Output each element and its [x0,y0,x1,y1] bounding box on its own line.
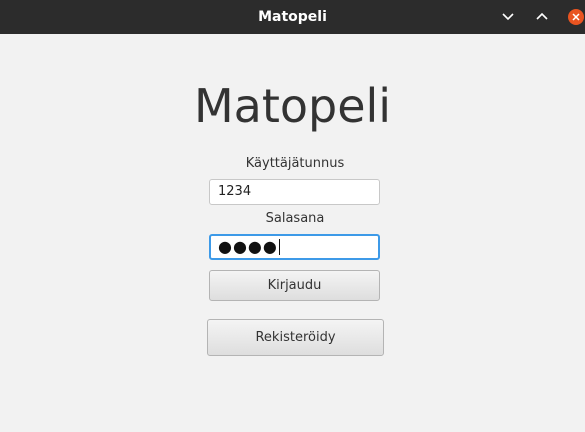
register-button[interactable]: Rekisteröidy [207,319,384,356]
window-titlebar[interactable]: Matopeli [0,0,585,34]
username-label: Käyttäjätunnus [245,156,345,171]
close-icon [568,9,584,25]
password-field[interactable]: ●●●● [209,234,380,260]
minimize-button[interactable] [497,6,519,28]
login-button[interactable]: Kirjaudu [209,270,380,301]
text-caret [278,239,280,255]
maximize-button[interactable] [531,6,553,28]
chevron-up-icon [536,12,548,20]
app-heading: Matopeli [193,79,392,133]
chevron-down-icon [502,13,514,21]
username-value: 1234 [218,184,252,199]
app-window: Matopeli Matopeli Käyttäjätunnus 1234 Sa… [0,0,585,432]
password-label: Salasana [265,211,325,226]
login-panel: Matopeli Käyttäjätunnus 1234 Salasana ●●… [0,34,585,432]
close-button[interactable] [565,6,585,28]
username-field[interactable]: 1234 [209,179,380,205]
password-mask: ●●●● [218,237,278,256]
